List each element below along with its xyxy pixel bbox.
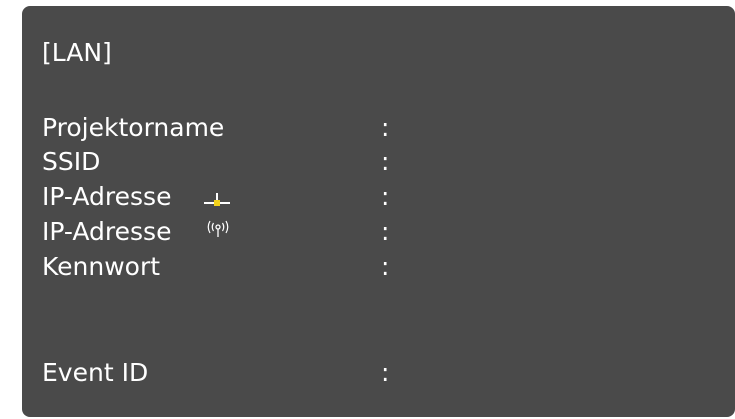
- panel-title: [LAN]: [42, 38, 112, 67]
- row-label-password: Kennwort: [42, 252, 161, 281]
- wired-lan-icon: [204, 193, 230, 206]
- row-label-ssid: SSID: [42, 147, 101, 176]
- row-label-ip-address-wired: IP-Adresse: [42, 182, 172, 211]
- lan-info-panel: [LAN] Projektorname : SSID : IP-Adresse …: [22, 6, 735, 417]
- row-separator-ip-address-wired: :: [381, 182, 390, 211]
- row-label-projector-name: Projektorname: [42, 113, 225, 142]
- row-separator-ip-address-wireless: :: [381, 217, 390, 246]
- row-separator-projector-name: :: [381, 113, 390, 142]
- wireless-lan-icon: [207, 220, 229, 237]
- row-separator-ssid: :: [381, 147, 390, 176]
- row-label-event-id: Event ID: [42, 358, 149, 387]
- row-separator-password: :: [381, 252, 390, 281]
- row-separator-event-id: :: [381, 358, 390, 387]
- row-label-ip-address-wireless: IP-Adresse: [42, 217, 172, 246]
